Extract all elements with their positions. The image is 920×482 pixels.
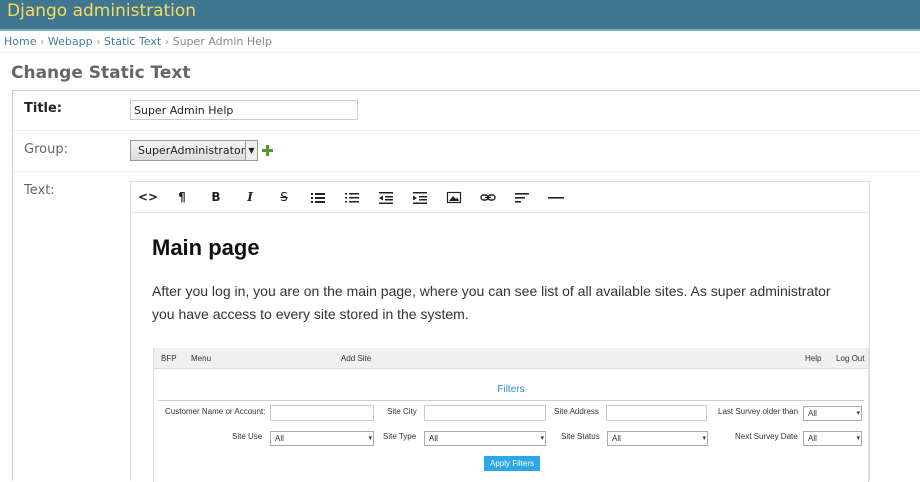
breadcrumb-separator: ›	[96, 35, 101, 48]
embedded-screenshot: BFP Menu Add Site Help Log Out Filters C…	[153, 348, 869, 482]
image-icon[interactable]	[444, 189, 464, 206]
chevron-down-icon: ▾	[368, 435, 372, 442]
embed-site-status-label: Site Status	[561, 432, 600, 441]
embed-customer-input	[270, 405, 374, 421]
embed-select-value: All	[808, 409, 817, 418]
paragraph-icon[interactable]: ¶	[172, 189, 192, 206]
bold-icon[interactable]: B	[206, 189, 226, 206]
embed-select-value: All	[612, 434, 621, 443]
embed-next-survey-label: Next Survey Date	[735, 432, 798, 441]
group-label: Group:	[24, 142, 68, 157]
chevron-down-icon: ▼	[245, 141, 257, 160]
text-label: Text:	[24, 183, 55, 198]
site-branding[interactable]: Django administration	[7, 0, 196, 23]
embed-site-use-select: All ▾	[270, 431, 374, 446]
rich-text-editor[interactable]: <> ¶ B I S Main page After you log in, y…	[130, 181, 870, 482]
embed-divider	[158, 400, 864, 401]
embed-select-value: All	[275, 434, 284, 443]
breadcrumb-webapp[interactable]: Webapp	[48, 35, 93, 48]
embed-menu: Menu	[191, 354, 212, 363]
chevron-down-icon: ▾	[856, 410, 860, 417]
group-select-value: SuperAdministrators	[138, 144, 251, 157]
align-icon[interactable]	[512, 189, 532, 206]
ordered-list-icon[interactable]	[342, 189, 362, 206]
outdent-icon[interactable]	[376, 189, 396, 206]
header-border	[0, 29, 920, 31]
embed-add-site: Add Site	[341, 354, 372, 363]
editor-toolbar: <> ¶ B I S	[131, 182, 869, 213]
editor-content[interactable]: Main page After you log in, you are on t…	[152, 234, 859, 326]
embed-select-value: All	[808, 434, 817, 443]
content-paragraph: After you log in, you are on the main pa…	[152, 283, 831, 322]
embed-customer-label: Customer Name or Account:	[165, 407, 266, 416]
embed-city-label: Site City	[387, 407, 417, 416]
embed-apply-filters-button: Apply Filters	[484, 456, 540, 471]
embed-help: Help	[805, 354, 822, 363]
embed-city-input	[424, 405, 546, 421]
change-form: Title: Group: SuperAdministrators ▼ Text…	[12, 90, 920, 482]
embed-last-survey-select: All ▾	[803, 406, 862, 421]
embed-site-type-label: Site Type	[383, 432, 417, 441]
embed-address-input	[606, 405, 707, 421]
title-row: Title:	[13, 91, 920, 131]
strikethrough-icon[interactable]: S	[274, 189, 294, 206]
breadcrumb: Home › Webapp › Static Text › Super Admi…	[0, 31, 920, 53]
embed-select-value: All	[429, 434, 438, 443]
link-icon[interactable]	[478, 189, 498, 206]
horizontal-rule-icon[interactable]	[546, 189, 566, 206]
breadcrumb-current: Super Admin Help	[172, 35, 272, 48]
embed-next-survey-select: All ▾	[803, 431, 862, 446]
embed-site-use-label: Site Use	[232, 432, 263, 441]
content-heading: Main page	[152, 235, 260, 260]
embed-address-label: Site Address	[554, 407, 599, 416]
add-related-icon[interactable]	[262, 145, 273, 156]
italic-icon[interactable]: I	[240, 189, 260, 206]
embed-filters-title: Filters	[497, 384, 525, 395]
breadcrumb-static-text[interactable]: Static Text	[104, 35, 161, 48]
chevron-down-icon: ▾	[540, 435, 544, 442]
embed-logout: Log Out	[836, 354, 865, 363]
embed-navbar: BFP Menu Add Site Help Log Out	[154, 348, 868, 369]
embed-site-status-select: All ▾	[607, 431, 708, 446]
breadcrumb-home[interactable]: Home	[4, 35, 36, 48]
breadcrumb-separator: ›	[164, 35, 170, 48]
breadcrumb-separator: ›	[39, 35, 45, 48]
embed-brand: BFP	[161, 354, 177, 363]
title-input[interactable]	[130, 100, 358, 120]
group-select[interactable]: SuperAdministrators ▼	[130, 140, 258, 161]
embed-last-survey-label: Last Survey older than	[718, 407, 799, 416]
title-label: Title:	[24, 101, 63, 116]
chevron-down-icon: ▾	[856, 435, 860, 442]
embed-site-type-select: All ▾	[424, 431, 546, 446]
chevron-down-icon: ▾	[702, 435, 706, 442]
page-title: Change Static Text	[11, 63, 191, 83]
header: Django administration	[0, 0, 920, 31]
code-icon[interactable]: <>	[138, 189, 158, 206]
unordered-list-icon[interactable]	[308, 189, 328, 206]
indent-icon[interactable]	[410, 189, 430, 206]
